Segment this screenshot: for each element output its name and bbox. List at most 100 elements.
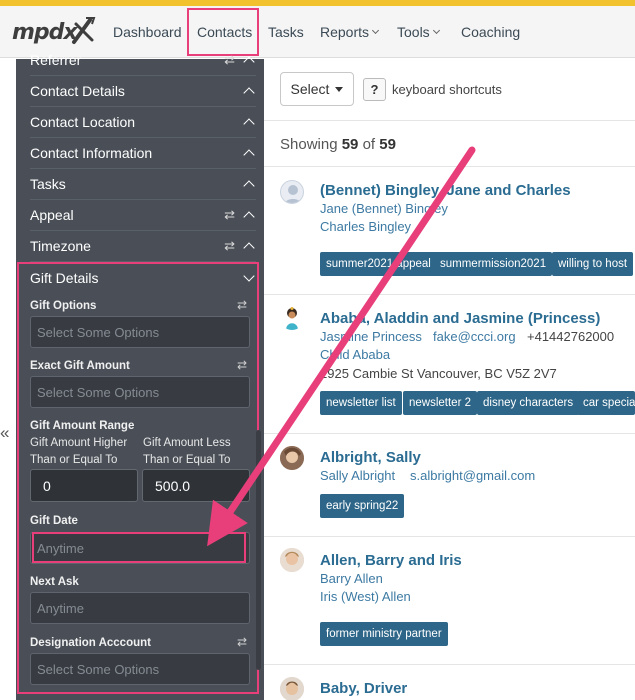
divider (264, 166, 635, 167)
filter-referrer[interactable]: Referrer ⇄ (30, 45, 256, 76)
logo-x-mark-icon (72, 17, 96, 44)
swap-arrows-icon[interactable]: ⇄ (224, 207, 235, 223)
sidebar-scrollbar[interactable] (256, 430, 261, 670)
swap-arrows-icon[interactable]: ⇄ (224, 52, 235, 68)
divider (264, 433, 635, 434)
tag[interactable]: willing to host (552, 252, 633, 276)
contact-name[interactable]: Baby, Driver (320, 680, 407, 697)
filter-label: Contact Information (30, 145, 153, 161)
chevron-up-icon[interactable] (243, 118, 255, 130)
gift-options-label: Gift Options (30, 300, 97, 312)
contact-person[interactable]: Jane (Bennet) Bingley (320, 201, 448, 216)
sidebar-collapse-strip (0, 59, 16, 700)
nav-reports[interactable]: Reports (320, 6, 380, 58)
chevron-up-icon[interactable] (243, 149, 255, 161)
chevron-up-icon[interactable] (243, 56, 255, 68)
keyboard-shortcuts-link[interactable]: keyboard shortcuts (392, 82, 502, 97)
chevron-up-icon[interactable] (243, 242, 255, 254)
showing-total-value: 59 (379, 136, 396, 153)
exact-gift-amount-select[interactable]: Select Some Options (30, 376, 250, 408)
filter-contact-location[interactable]: Contact Location (30, 107, 256, 138)
tag[interactable]: early spring22 (320, 494, 405, 518)
caret-down-icon (335, 86, 344, 92)
contact-person[interactable]: Charles Bingley (320, 219, 411, 234)
contact-person[interactable]: Barry Allen (320, 571, 383, 586)
amount-less-input[interactable]: 500.0 (142, 469, 250, 502)
select-label: Select (290, 81, 330, 97)
contact-phone[interactable]: +41442762000 (527, 329, 614, 344)
chevron-up-icon[interactable] (243, 180, 255, 192)
filter-label: Tasks (30, 176, 66, 192)
select-dropdown-button[interactable]: Select (280, 72, 354, 106)
tag[interactable]: newsletter list (320, 391, 402, 415)
photo-avatar-icon (280, 446, 304, 470)
contact-person[interactable]: Jasmine Princess (320, 329, 422, 344)
tag[interactable]: car special (577, 391, 635, 415)
swap-arrows-icon[interactable]: ⇄ (237, 358, 247, 372)
next-ask-label: Next Ask (30, 576, 79, 588)
designation-account-select[interactable]: Select Some Options (30, 653, 250, 685)
amount-higher-label-line2: Than or Equal To (30, 454, 118, 466)
filter-label: Contact Details (30, 83, 125, 99)
contact-name[interactable]: Ababa, Aladdin and Jasmine (Princess) (320, 310, 600, 327)
filter-tasks[interactable]: Tasks (30, 169, 256, 200)
character-avatar-icon (286, 307, 298, 330)
filter-label: Contact Location (30, 114, 136, 130)
contact-email[interactable]: s.albright@gmail.com (410, 468, 535, 483)
avatar (280, 306, 304, 330)
nav-tasks[interactable]: Tasks (268, 6, 304, 58)
filter-contact-details[interactable]: Contact Details (30, 76, 256, 107)
nav-coaching-label: Coaching (461, 24, 521, 40)
keyboard-shortcuts-icon[interactable]: ? (363, 78, 386, 101)
nav-tools[interactable]: Tools (397, 6, 440, 58)
tag[interactable]: former ministry partner (320, 622, 448, 646)
nav-tasks-label: Tasks (268, 24, 304, 40)
contact-person[interactable]: Child Ababa (320, 347, 390, 362)
chevron-down-icon (371, 26, 380, 34)
divider (264, 536, 635, 537)
designation-account-label: Designation Acccount (30, 637, 151, 649)
next-ask-input[interactable]: Anytime (30, 592, 250, 624)
divider (264, 664, 635, 665)
avatar (280, 446, 304, 470)
swap-arrows-icon[interactable]: ⇄ (224, 238, 235, 254)
contact-person[interactable]: Sally Albright (320, 468, 395, 483)
tag[interactable]: newsletter 2 (403, 391, 478, 415)
swap-arrows-icon[interactable]: ⇄ (237, 298, 247, 312)
filter-timezone[interactable]: Timezone ⇄ (30, 231, 256, 262)
tag[interactable]: summermission2021 (434, 252, 553, 276)
contact-name[interactable]: Albright, Sally (320, 449, 421, 466)
amount-higher-label: Gift Amount Higher Than or Equal To (30, 435, 127, 469)
showing-count: Showing 59 of 59 (280, 136, 396, 153)
nav-coaching[interactable]: Coaching (461, 6, 520, 58)
amount-higher-label-line1: Gift Amount Higher (30, 437, 128, 449)
tag[interactable]: summer2021 appeal (320, 252, 437, 276)
avatar (280, 548, 304, 572)
chevron-up-icon[interactable] (243, 87, 255, 99)
tag[interactable]: disney characters (477, 391, 580, 415)
showing-prefix: Showing (280, 136, 338, 153)
amount-less-label: Gift Amount Less Than or Equal To (143, 435, 231, 469)
chevron-up-icon[interactable] (243, 211, 255, 223)
showing-count-value: 59 (341, 136, 359, 153)
amount-less-label-line2: Than or Equal To (143, 454, 231, 466)
contact-address: 2925 Cambie St Vancouver, BC V5Z 2V7 (320, 366, 557, 381)
swap-arrows-icon[interactable]: ⇄ (237, 635, 247, 649)
filter-contact-information[interactable]: Contact Information (30, 138, 256, 169)
contact-name[interactable]: (Bennet) Bingley, Jane and Charles (320, 182, 571, 199)
showing-of: of (362, 136, 376, 153)
filter-label: Referrer (30, 52, 82, 68)
gift-options-select[interactable]: Select Some Options (30, 316, 250, 348)
amount-less-label-line1: Gift Amount Less (143, 437, 231, 449)
contact-name[interactable]: Allen, Barry and Iris (320, 552, 462, 569)
filter-label: Appeal (30, 207, 74, 223)
contact-email[interactable]: fake@ccci.org (433, 329, 516, 344)
avatar (280, 180, 304, 204)
filter-appeal[interactable]: Appeal ⇄ (30, 200, 256, 231)
nav-reports-label: Reports (320, 24, 370, 40)
gift-date-label: Gift Date (30, 515, 78, 527)
amount-higher-input[interactable]: 0 (30, 469, 138, 502)
contact-person[interactable]: Iris (West) Allen (320, 589, 411, 604)
double-chevron-left-icon[interactable]: « (0, 424, 9, 441)
filter-label: Timezone (30, 238, 91, 254)
